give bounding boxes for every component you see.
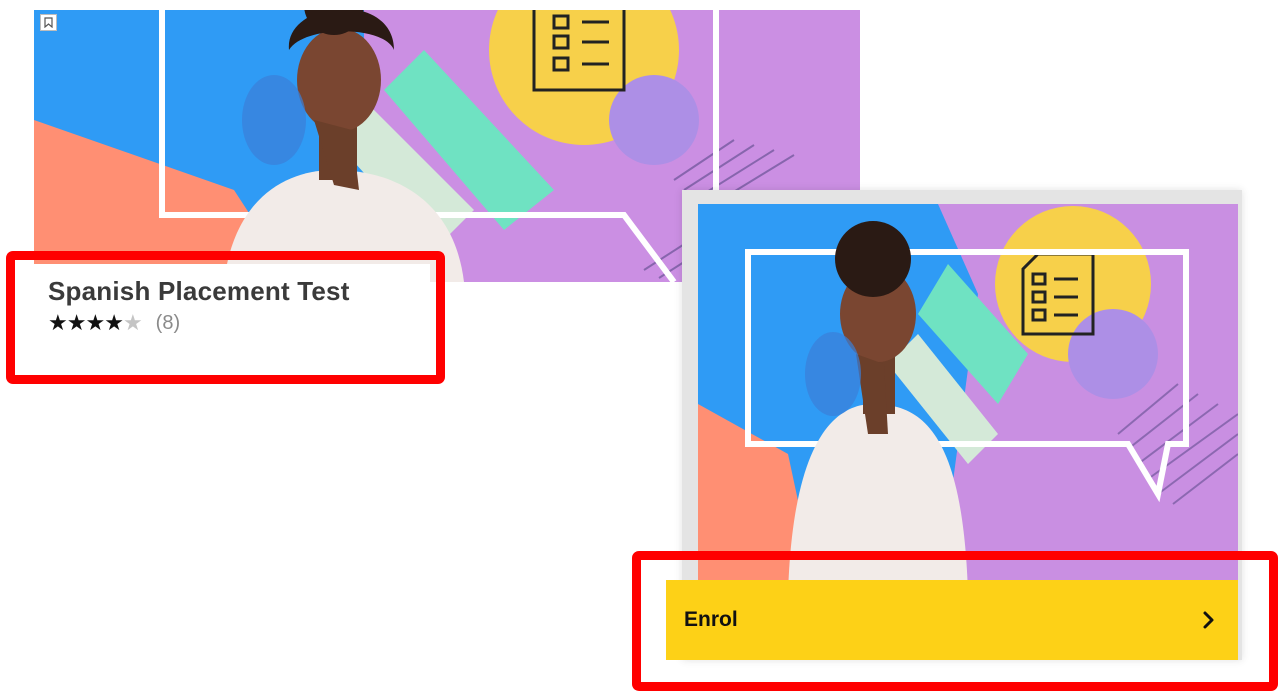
enrol-button-label: Enrol (684, 608, 738, 631)
course-detail-artwork (698, 204, 1238, 594)
course-rating: ★★★★★ (8) (48, 311, 180, 335)
star-icon: ★ (48, 310, 68, 335)
enrol-button[interactable]: Enrol (666, 580, 1238, 660)
chevron-right-icon (1203, 611, 1214, 629)
star-icon: ★ (66, 310, 87, 335)
course-title[interactable]: Spanish Placement Test (48, 276, 350, 307)
rating-stars: ★★★★★ (48, 310, 143, 335)
star-icon: ★ (104, 310, 124, 335)
bookmark-icon (44, 17, 53, 28)
star-icon: ★ (85, 310, 105, 335)
star-empty-icon: ★ (122, 310, 143, 335)
review-count: (8) (155, 311, 181, 334)
bookmark-button[interactable] (40, 14, 57, 31)
